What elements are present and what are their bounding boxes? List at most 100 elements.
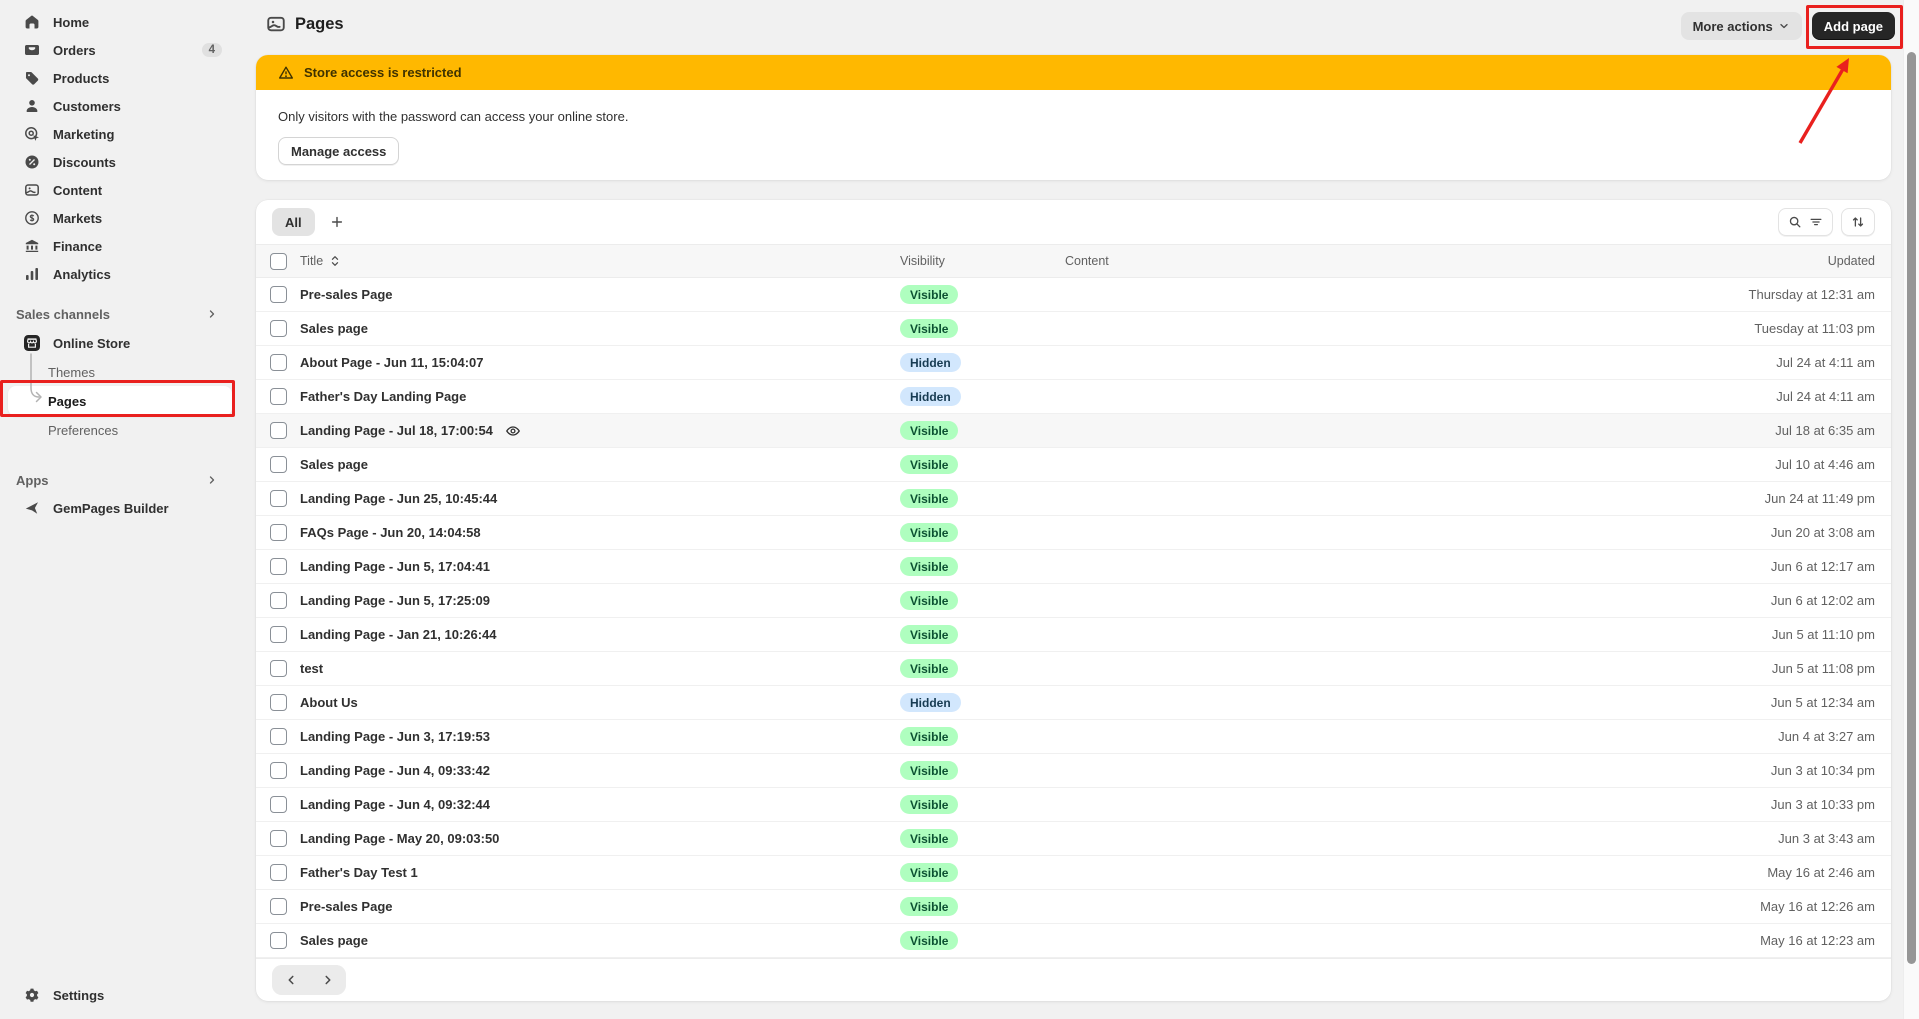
page-title-link[interactable]: Father's Day Landing Page: [300, 389, 466, 404]
column-title[interactable]: Title: [300, 254, 323, 268]
more-actions-button[interactable]: More actions: [1680, 12, 1802, 40]
sidebar-section-sales-channels[interactable]: Sales channels: [0, 300, 240, 328]
table-row[interactable]: Landing Page - Jun 5, 17:04:41 Visible J…: [256, 550, 1891, 584]
row-checkbox[interactable]: [270, 320, 287, 337]
page-title-link[interactable]: Sales page: [300, 933, 368, 948]
page-title-link[interactable]: Landing Page - Jun 3, 17:19:53: [300, 729, 490, 744]
page-title-link[interactable]: Landing Page - Jan 21, 10:26:44: [300, 627, 497, 642]
page-title-link[interactable]: Landing Page - May 20, 09:03:50: [300, 831, 499, 846]
chevron-down-icon: [1778, 20, 1790, 32]
table-row[interactable]: Landing Page - Jun 4, 09:33:42 Visible J…: [256, 754, 1891, 788]
table-row[interactable]: About Us Hidden Jun 5 at 12:34 am: [256, 686, 1891, 720]
page-title-link[interactable]: Sales page: [300, 457, 368, 472]
row-checkbox[interactable]: [270, 898, 287, 915]
add-view-button[interactable]: [323, 208, 351, 236]
sidebar-item-discounts[interactable]: Discounts: [0, 148, 240, 176]
table-row[interactable]: Father's Day Test 1 Visible May 16 at 2:…: [256, 856, 1891, 890]
sidebar-item-home[interactable]: Home: [0, 8, 240, 36]
row-checkbox[interactable]: [270, 286, 287, 303]
page-title-link[interactable]: test: [300, 661, 323, 676]
sidebar-item-products[interactable]: Products: [0, 64, 240, 92]
scrollbar-thumb[interactable]: [1907, 52, 1916, 964]
sidebar-item-orders[interactable]: Orders 4: [0, 36, 240, 64]
sidebar-item-label: Content: [53, 182, 103, 198]
table-row[interactable]: Landing Page - Jul 18, 17:00:54 Visible …: [256, 414, 1891, 448]
manage-access-button[interactable]: Manage access: [278, 137, 400, 165]
gempages-label: GemPages Builder: [53, 500, 169, 516]
table-row[interactable]: FAQs Page - Jun 20, 14:04:58 Visible Jun…: [256, 516, 1891, 550]
row-checkbox[interactable]: [270, 728, 287, 745]
sidebar-item-themes[interactable]: Themes: [0, 358, 240, 386]
page-title-link[interactable]: Landing Page - Jun 25, 10:45:44: [300, 491, 497, 506]
row-checkbox[interactable]: [270, 660, 287, 677]
page-title-link[interactable]: Landing Page - Jun 5, 17:25:09: [300, 593, 490, 608]
search-and-filter-button[interactable]: [1778, 208, 1833, 236]
sort-button[interactable]: [1841, 208, 1875, 236]
sidebar-section-apps[interactable]: Apps: [0, 466, 240, 494]
page-title-link[interactable]: Pre-sales Page: [300, 287, 393, 302]
page-title-link[interactable]: Landing Page - Jun 5, 17:04:41: [300, 559, 490, 574]
sidebar-item-pages[interactable]: Pages: [8, 386, 232, 416]
table-row[interactable]: About Page - Jun 11, 15:04:07 Hidden Jul…: [256, 346, 1891, 380]
sidebar-item-content[interactable]: Content: [0, 176, 240, 204]
sidebar-item-markets[interactable]: Markets: [0, 204, 240, 232]
page-title-link[interactable]: About Page - Jun 11, 15:04:07: [300, 355, 484, 370]
updated-cell: Jul 24 at 4:11 am: [1776, 355, 1875, 370]
table-row[interactable]: Landing Page - Jun 4, 09:32:44 Visible J…: [256, 788, 1891, 822]
page-title-link[interactable]: Landing Page - Jul 18, 17:00:54: [300, 423, 493, 438]
row-checkbox[interactable]: [270, 490, 287, 507]
table-row[interactable]: Landing Page - Jun 3, 17:19:53 Visible J…: [256, 720, 1891, 754]
sidebar-item-customers[interactable]: Customers: [0, 92, 240, 120]
page-title-link[interactable]: Landing Page - Jun 4, 09:32:44: [300, 797, 490, 812]
sidebar-item-online-store[interactable]: Online Store: [0, 328, 240, 358]
page-title-link[interactable]: Sales page: [300, 321, 368, 336]
sort-carets-icon[interactable]: [329, 255, 341, 267]
row-checkbox[interactable]: [270, 524, 287, 541]
sidebar-item-marketing[interactable]: Marketing: [0, 120, 240, 148]
page-title: Pages: [266, 14, 344, 34]
table-row[interactable]: Sales page Visible Tuesday at 11:03 pm: [256, 312, 1891, 346]
table-row[interactable]: Landing Page - Jun 25, 10:45:44 Visible …: [256, 482, 1891, 516]
add-page-button[interactable]: Add page: [1811, 12, 1895, 40]
page-title-link[interactable]: Pre-sales Page: [300, 899, 393, 914]
sidebar-item-gempages-builder[interactable]: GemPages Builder: [0, 494, 240, 522]
sidebar-item-analytics[interactable]: Analytics: [0, 260, 240, 288]
row-checkbox[interactable]: [270, 592, 287, 609]
row-checkbox[interactable]: [270, 354, 287, 371]
row-checkbox[interactable]: [270, 626, 287, 643]
table-row[interactable]: Landing Page - Jan 21, 10:26:44 Visible …: [256, 618, 1891, 652]
row-checkbox[interactable]: [270, 796, 287, 813]
table-row[interactable]: Landing Page - Jun 5, 17:25:09 Visible J…: [256, 584, 1891, 618]
table-row[interactable]: Pre-sales Page Visible May 16 at 12:26 a…: [256, 890, 1891, 924]
table-row[interactable]: Father's Day Landing Page Hidden Jul 24 …: [256, 380, 1891, 414]
page-title-link[interactable]: Landing Page - Jun 4, 09:33:42: [300, 763, 490, 778]
row-checkbox[interactable]: [270, 864, 287, 881]
row-checkbox[interactable]: [270, 456, 287, 473]
vertical-scrollbar[interactable]: [1903, 0, 1919, 1019]
row-checkbox[interactable]: [270, 694, 287, 711]
table-row[interactable]: Sales page Visible Jul 10 at 4:46 am: [256, 448, 1891, 482]
search-icon: [1788, 215, 1802, 229]
tab-all[interactable]: All: [272, 208, 315, 236]
page-title-link[interactable]: About Us: [300, 695, 358, 710]
table-row[interactable]: Sales page Visible May 16 at 12:23 am: [256, 924, 1891, 958]
row-checkbox[interactable]: [270, 558, 287, 575]
sidebar-item-settings[interactable]: Settings: [0, 981, 240, 1009]
page-title-link[interactable]: FAQs Page - Jun 20, 14:04:58: [300, 525, 481, 540]
select-all-checkbox[interactable]: [270, 252, 287, 270]
row-checkbox[interactable]: [270, 388, 287, 405]
page-title-link[interactable]: Father's Day Test 1: [300, 865, 418, 880]
prev-page-button[interactable]: [272, 965, 309, 995]
table-row[interactable]: Landing Page - May 20, 09:03:50 Visible …: [256, 822, 1891, 856]
sidebar-item-label: Analytics: [53, 266, 111, 282]
sidebar-item-preferences[interactable]: Preferences: [0, 416, 240, 444]
sales-channels-heading: Sales channels: [16, 306, 110, 322]
next-page-button[interactable]: [309, 965, 346, 995]
row-checkbox[interactable]: [270, 932, 287, 949]
table-row[interactable]: Pre-sales Page Visible Thursday at 12:31…: [256, 278, 1891, 312]
row-checkbox[interactable]: [270, 830, 287, 847]
table-row[interactable]: test Visible Jun 5 at 11:08 pm: [256, 652, 1891, 686]
sidebar-item-finance[interactable]: Finance: [0, 232, 240, 260]
row-checkbox[interactable]: [270, 762, 287, 779]
row-checkbox[interactable]: [270, 422, 287, 439]
